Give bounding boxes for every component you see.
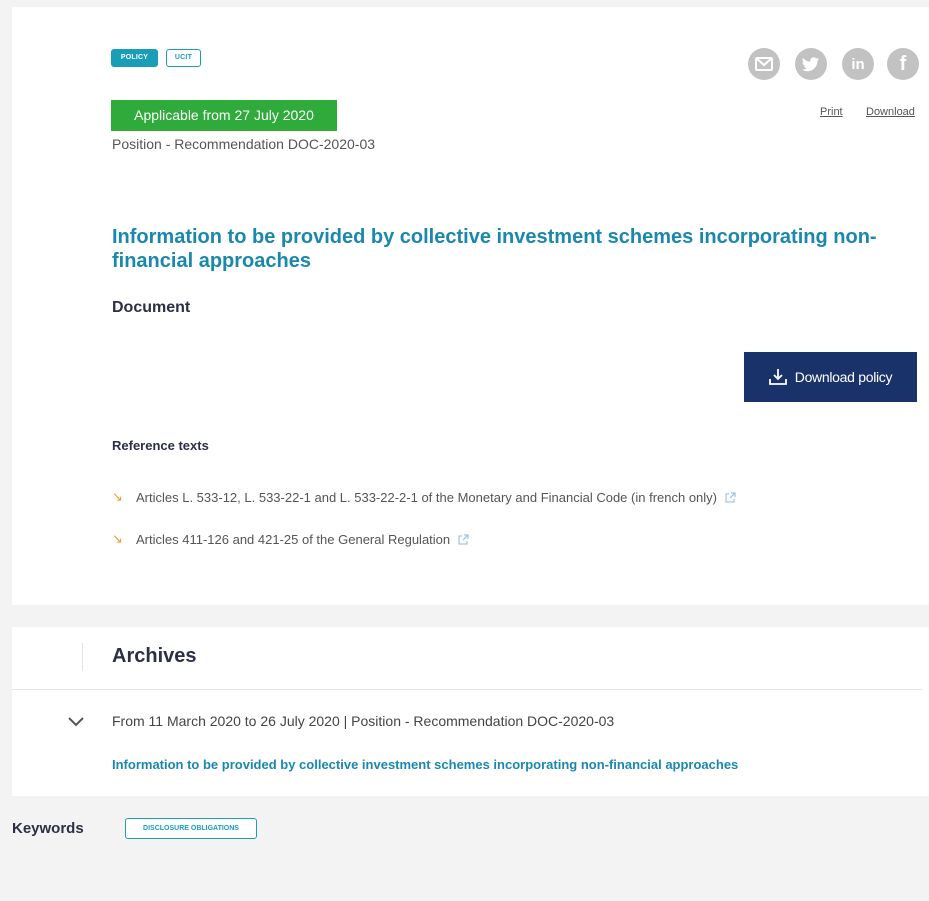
external-link-icon: [725, 492, 736, 502]
archive-entry-line: From 11 March 2020 to 26 July 2020 | Pos…: [112, 713, 615, 729]
download-icon: [768, 369, 787, 385]
divider: [82, 643, 83, 671]
print-link[interactable]: Print: [820, 106, 843, 118]
status-badge: Applicable from 27 July 2020: [111, 100, 337, 131]
keywords-label: Keywords: [12, 820, 84, 837]
download-policy-button[interactable]: Download policy: [744, 352, 917, 402]
policy-tag[interactable]: POLICY: [111, 49, 158, 67]
archives-heading: Archives: [112, 645, 197, 667]
download-policy-label: Download policy: [794, 369, 893, 385]
chevron-down-icon[interactable]: [67, 716, 85, 728]
arrow-down-right-icon: ↘: [112, 489, 123, 504]
external-link-icon: [458, 534, 469, 544]
archive-entry-link[interactable]: Information to be provided by collective…: [112, 757, 738, 772]
divider: [12, 689, 922, 690]
page-title: Information to be provided by collective…: [112, 226, 877, 272]
reference-text: Articles L. 533-12, L. 533-22-1 and L. 5…: [136, 489, 718, 505]
keyword-tag[interactable]: DISCLOSURE OBLIGATIONS: [125, 818, 257, 839]
facebook-icon[interactable]: f: [887, 48, 919, 80]
reference-link[interactable]: ↘ Articles L. 533-12, L. 533-22-1 and L.…: [112, 489, 736, 505]
twitter-icon[interactable]: [795, 48, 827, 80]
download-link[interactable]: Download: [866, 106, 915, 118]
reference-text: Articles 411-126 and 421-25 of the Gener…: [136, 531, 451, 547]
doc-type: Position - Recommendation DOC-2020-03: [112, 136, 376, 152]
ucit-tag[interactable]: UCIT: [166, 49, 201, 67]
arrow-down-right-icon: ↘: [112, 531, 123, 546]
reference-heading: Reference texts: [112, 438, 209, 453]
document-heading: Document: [112, 299, 191, 316]
linkedin-icon[interactable]: in: [842, 48, 874, 80]
email-icon[interactable]: [748, 48, 780, 80]
reference-link[interactable]: ↘ Articles 411-126 and 421-25 of the Gen…: [112, 531, 469, 547]
